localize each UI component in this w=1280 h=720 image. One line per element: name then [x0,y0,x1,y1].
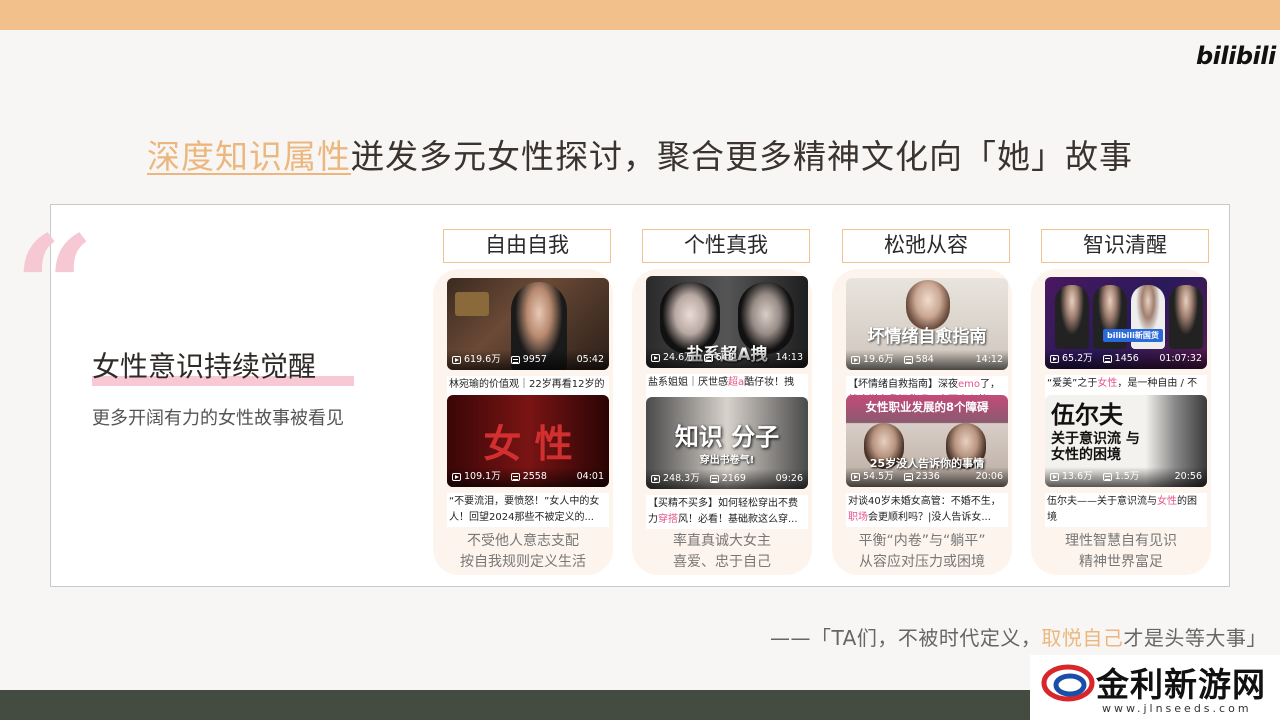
section-title: 女性意识持续觉醒 [92,350,317,383]
thumbnail-overlay-text: 知识 分子 [674,423,780,451]
door-sign-icon [455,292,489,316]
play-count-icon [851,356,860,364]
play-count-icon [1050,355,1059,363]
watermark-site-name: 金利新游网 [1096,665,1266,704]
play-count-icon [651,475,660,483]
video-title[interactable]: 【买精不买多】如何轻松穿出不费力穿搭风！必看！基础款这么穿... [646,495,808,529]
video-card[interactable]: 伍尔夫 关于意识流 与 女性的困境 13.6万 1.5万 20:56 伍尔夫——… [1045,395,1207,527]
thumbnail-overlay-text: bilibili新国货 [1103,329,1163,342]
top-accent-bar [0,0,1280,30]
video-stats: 619.6万 9957 05:42 [447,350,609,370]
danmaku-icon [1102,355,1112,363]
video-stats: 24.6万 648 14:13 [646,348,808,368]
thumbnail-overlay-text: 女性职业发展的8个障碍 [865,400,989,414]
section-subtitle: 更多开阔有力的女性故事被看见 [92,408,344,429]
column-wise-clear: 智识清醒 bilibili新国货 65.2万 1456 01:07:32 “爱美… [1031,229,1211,575]
thumbnail-overlay-text: 女 性 [483,421,573,466]
video-thumbnail[interactable]: 知识 分子 穿出书卷气! 248.3万 2169 09:26 [646,397,808,489]
play-count-icon [452,356,461,364]
thumbnail-overlay-text: 伍尔夫 [1051,401,1123,429]
watermark-url: www.jlnseeds.com [1102,702,1252,715]
video-card[interactable]: 知识 分子 穿出书卷气! 248.3万 2169 09:26 【买精不买多】如何… [646,397,808,529]
video-title[interactable]: 伍尔夫——关于意识流与女性的困境 [1045,493,1207,527]
play-count-icon [452,473,461,481]
video-thumbnail[interactable]: bilibili新国货 65.2万 1456 01:07:32 [1045,277,1207,369]
video-card[interactable]: bilibili新国货 65.2万 1456 01:07:32 “爱美”之于女性… [1045,277,1207,409]
watermark-logo-icon [1041,664,1095,702]
thumbnail-overlay-subtext: 穿出书卷气! [699,455,755,466]
video-thumbnail[interactable]: 盐系超A拽 24.6万 648 14:13 [646,276,808,368]
video-card[interactable]: 619.6万 9957 05:42 林宛瑜的价值观｜22岁再看12岁的 [447,278,609,410]
video-title[interactable]: 对谈40岁未婚女高管：不婚不生，职场会更顺利吗？|没人告诉女... [846,493,1008,527]
video-stats: 54.5万 2336 20:06 [846,467,1008,487]
site-watermark: 金利新游网 www.jlnseeds.com [1030,655,1280,720]
video-card[interactable]: 盐系超A拽 24.6万 648 14:13 盐系姐姐｜厌世感超a酷仔妆！拽 [646,276,808,408]
video-thumbnail[interactable]: 女性职业发展的8个障碍 25岁没人告诉你的事情 54.5万 2336 20:06 [846,395,1008,487]
play-count-icon [1050,473,1059,481]
video-thumbnail[interactable]: 伍尔夫 关于意识流 与 女性的困境 13.6万 1.5万 20:56 [1045,395,1207,487]
column-label: 智识清醒 [1041,229,1209,263]
video-thumbnail[interactable]: 619.6万 9957 05:42 [447,278,609,370]
closing-quote: ——「TA们，不被时代定义，取悦自己才是头等大事」 [770,626,1267,650]
person-figure-icon [1055,285,1089,349]
column-free-self: 自由自我 619.6万 9957 05:42 林宛瑜的价值观｜22岁再看12岁的… [433,229,613,575]
play-count-icon [851,473,860,481]
play-count-icon [651,354,660,362]
column-label: 自由自我 [443,229,611,263]
headline-accent: 深度知识属性 [147,137,351,176]
quote-mark-icon: “ [14,206,95,370]
video-thumbnail[interactable]: 女 性 109.1万 2558 04:01 [447,395,609,487]
video-title[interactable]: “不要流泪，要愤怒！”女人中的女人！回望2024那些不被定义的... [447,493,609,527]
video-thumbnail[interactable]: 坏情绪自愈指南 19.6万 584 14:12 [846,278,1008,370]
video-stats: 248.3万 2169 09:26 [646,469,808,489]
danmaku-icon [903,473,913,481]
danmaku-icon [903,356,913,364]
video-card[interactable]: 女 性 109.1万 2558 04:01 “不要流泪，要愤怒！”女人中的女人！… [447,395,609,527]
column-label: 松弛从容 [842,229,1010,263]
danmaku-icon [510,356,520,364]
danmaku-icon [709,475,719,483]
video-stats: 13.6万 1.5万 20:56 [1045,467,1207,487]
video-stats: 65.2万 1456 01:07:32 [1045,349,1207,369]
bilibili-logo: bilibili [1196,42,1276,70]
thumbnail-overlay-subtext: 关于意识流 与 女性的困境 [1051,431,1140,463]
column-footer: 不受他人意志支配 按自我规则定义生活 [460,533,586,570]
video-card[interactable]: 坏情绪自愈指南 19.6万 584 14:12 【坏情绪自救指南】深夜emo了，… [846,278,1008,410]
video-stats: 19.6万 584 14:12 [846,350,1008,370]
column-relaxed-calm: 松弛从容 坏情绪自愈指南 19.6万 584 14:12 【坏情绪自救指南】深夜… [832,229,1012,575]
column-footer: 平衡“内卷”与“躺平” 从容应对压力或困境 [858,533,986,570]
column-footer: 率直真诚大女主 喜爱、忠于自己 [673,533,771,570]
video-card[interactable]: 女性职业发展的8个障碍 25岁没人告诉你的事情 54.5万 2336 20:06… [846,395,1008,527]
thumbnail-overlay-text: 坏情绪自愈指南 [867,327,987,347]
person-figure-icon [1169,285,1203,349]
page-headline: 深度知识属性迸发多元女性探讨，聚合更多精神文化向「她」故事 [0,130,1280,178]
column-true-self: 个性真我 盐系超A拽 24.6万 648 14:13 盐系姐姐｜厌世感超a酷仔妆… [632,229,812,575]
headline-rest: 迸发多元女性探讨，聚合更多精神文化向「她」故事 [351,137,1133,176]
column-label: 个性真我 [642,229,810,263]
video-stats: 109.1万 2558 04:01 [447,467,609,487]
column-footer: 理性智慧自有见识 精神世界富足 [1065,533,1177,570]
danmaku-icon [703,354,713,362]
danmaku-icon [510,473,520,481]
danmaku-icon [1102,473,1112,481]
